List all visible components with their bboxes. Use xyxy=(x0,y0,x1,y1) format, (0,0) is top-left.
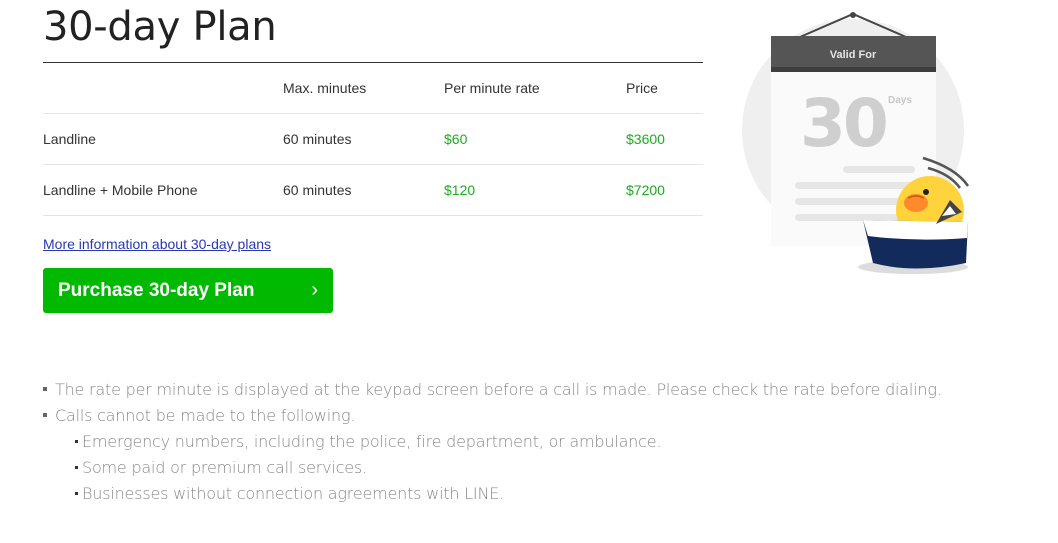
header-price: Price xyxy=(626,62,703,114)
note-text: The rate per minute is displayed at the … xyxy=(55,380,942,399)
sub-note-text: Emergency numbers, including the police,… xyxy=(82,432,662,451)
header-max-minutes: Max. minutes xyxy=(283,62,444,114)
row-type: Landline + Mobile Phone xyxy=(43,164,283,216)
nail-icon xyxy=(850,12,856,18)
sub-note-text: Some paid or premium call services. xyxy=(82,458,367,477)
page-title: 30-day Plan xyxy=(43,4,277,50)
row-rate: $60 xyxy=(444,113,626,165)
list-item: Calls cannot be made to the following. xyxy=(43,404,1003,430)
notes-list: The rate per minute is displayed at the … xyxy=(43,378,1003,508)
header-type xyxy=(43,62,283,114)
bullet-icon xyxy=(75,440,78,443)
more-info-link[interactable]: More information about 30-day plans xyxy=(43,236,271,252)
calendar-number: 30 xyxy=(800,85,886,162)
row-rate: $120 xyxy=(444,164,626,216)
row-minutes: 60 minutes xyxy=(283,113,444,165)
row-price: $7200 xyxy=(626,164,703,216)
bullet-icon xyxy=(75,466,78,469)
note-text: Calls cannot be made to the following. xyxy=(55,406,356,425)
purchase-plan-button[interactable]: Purchase 30-day Plan › xyxy=(43,268,333,313)
row-minutes: 60 minutes xyxy=(283,164,444,216)
plan-table: Max. minutes Per minute rate Price Landl… xyxy=(43,62,703,216)
sub-list-item: Some paid or premium call services. xyxy=(43,456,1003,482)
table-header-row: Max. minutes Per minute rate Price xyxy=(43,62,703,114)
calendar-header-label: Valid For xyxy=(830,49,877,61)
table-row: Landline 60 minutes $60 $3600 xyxy=(43,113,703,165)
header-per-minute-rate: Per minute rate xyxy=(444,62,626,114)
list-item: The rate per minute is displayed at the … xyxy=(43,378,1003,404)
sub-list-item: Emergency numbers, including the police,… xyxy=(43,430,1003,456)
bullet-icon xyxy=(75,492,78,495)
calendar-duck-illustration: Valid For 30 Days xyxy=(742,12,970,274)
purchase-button-label: Purchase 30-day Plan xyxy=(58,280,255,301)
sub-note-text: Businesses without connection agreements… xyxy=(82,484,505,503)
bullet-icon xyxy=(43,387,47,391)
calendar-unit: Days xyxy=(888,95,912,106)
row-price: $3600 xyxy=(626,113,703,165)
table-row: Landline + Mobile Phone 60 minutes $120 … xyxy=(43,164,703,216)
chevron-right-icon: › xyxy=(311,279,318,301)
bullet-icon xyxy=(43,413,47,417)
sub-list-item: Businesses without connection agreements… xyxy=(43,482,1003,508)
row-type: Landline xyxy=(43,113,283,165)
